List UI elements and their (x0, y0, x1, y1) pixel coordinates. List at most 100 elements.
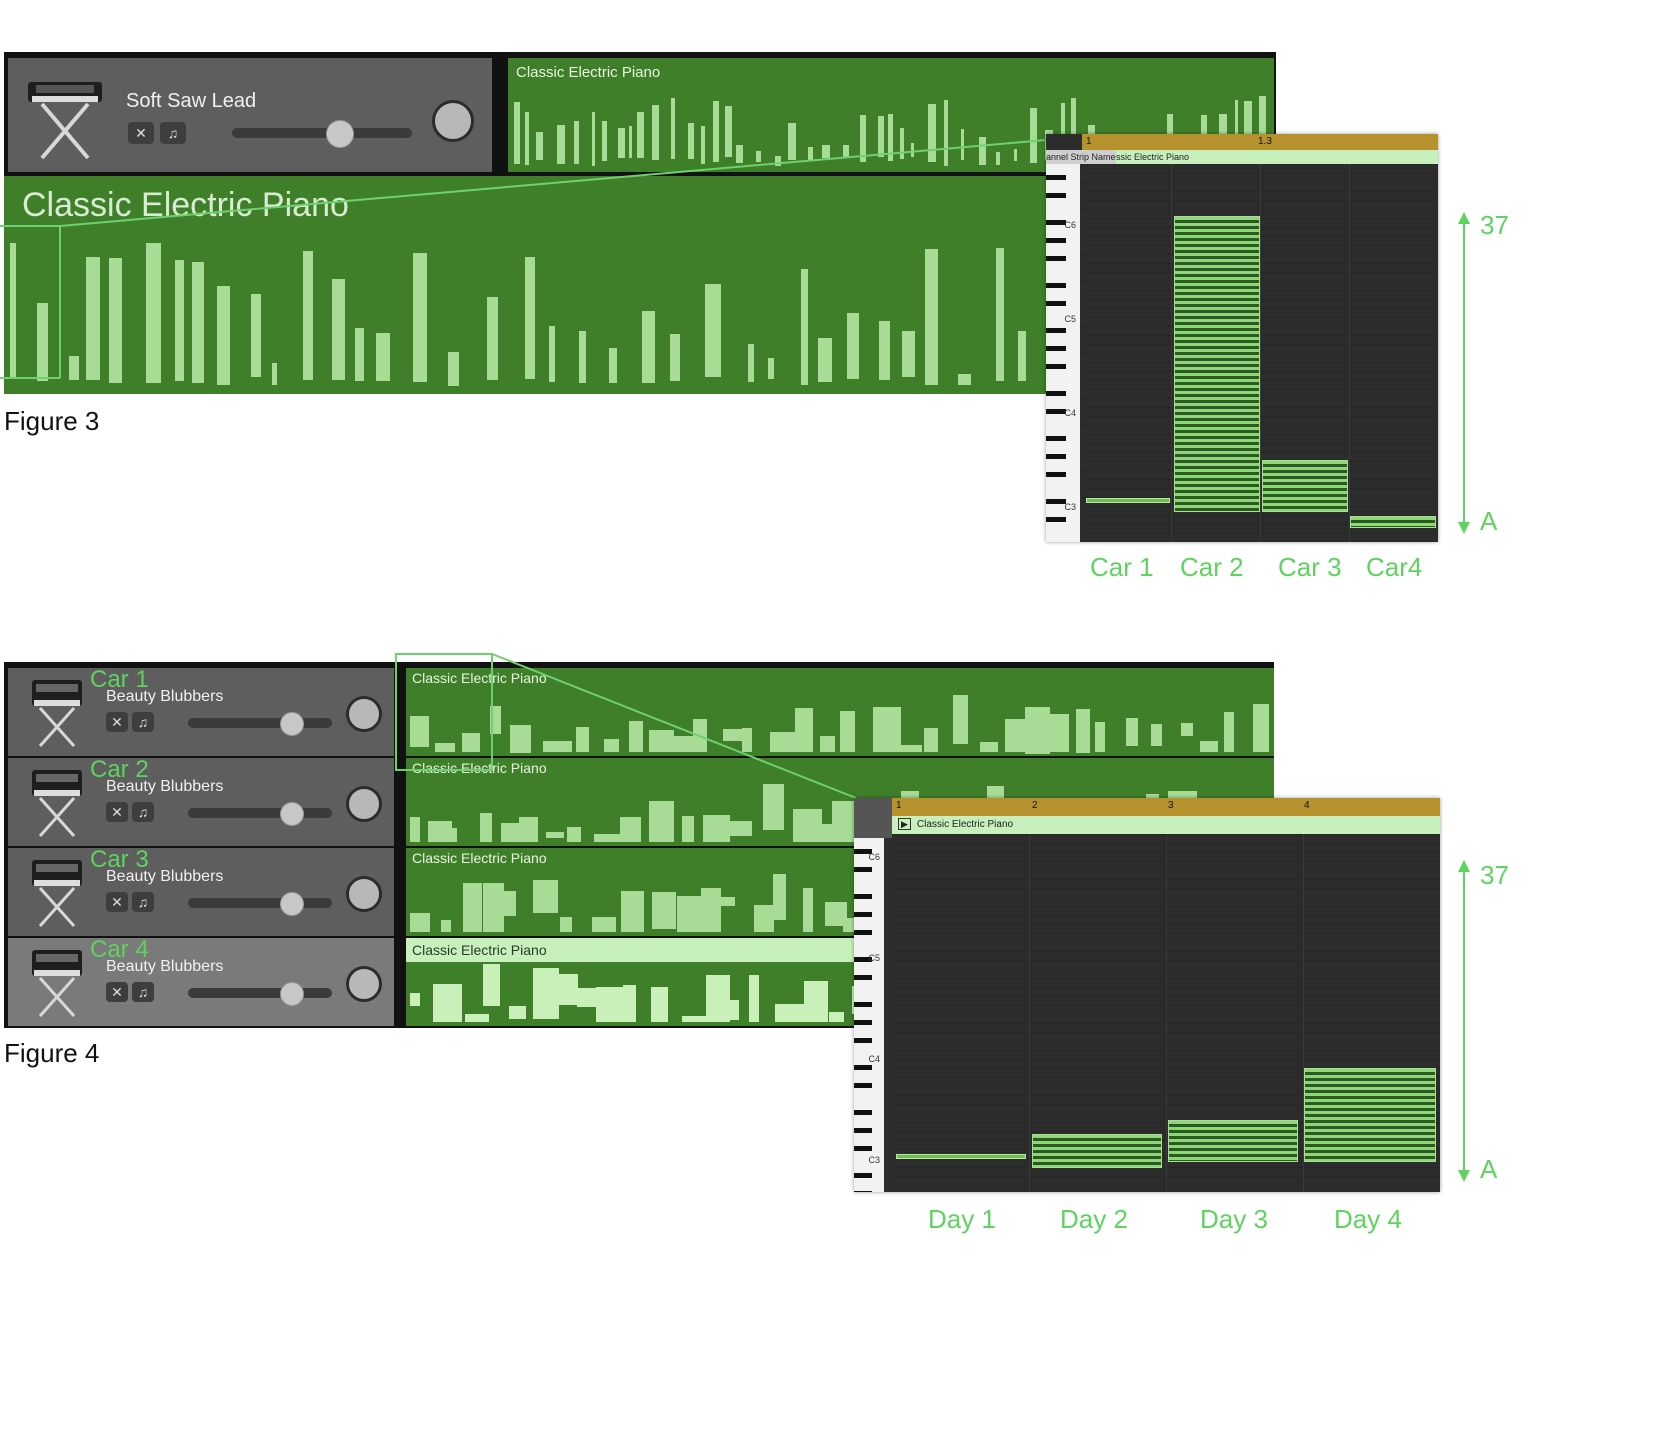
black-key[interactable] (854, 1020, 872, 1025)
black-key[interactable] (1046, 391, 1067, 396)
axis-bottom-label: A (1480, 1154, 1498, 1184)
black-key[interactable] (854, 1038, 872, 1043)
speaker-mute-icon[interactable]: ✕ (106, 982, 128, 1002)
grid-column (1166, 834, 1167, 1192)
midi-note (554, 974, 578, 1005)
black-key[interactable] (854, 930, 872, 935)
region-play-icon: ▶ (898, 818, 911, 830)
group-label: Car4 (1366, 552, 1423, 582)
black-key[interactable] (1046, 175, 1067, 180)
black-key[interactable] (1046, 220, 1067, 225)
figure-caption: Figure 4 (4, 1038, 100, 1068)
track-header[interactable]: Car 4 Beauty Blubbers ✕ ♫ (8, 936, 394, 1026)
note-stack[interactable] (1032, 1134, 1162, 1168)
midi-note (724, 1000, 739, 1020)
group-label: Day 4 (1334, 1204, 1402, 1234)
volume-slider[interactable] (188, 988, 332, 998)
black-key[interactable] (1046, 364, 1067, 369)
track-name: Beauty Blubbers (106, 958, 224, 975)
midi-note (596, 987, 625, 1022)
note-stack[interactable] (1168, 1120, 1298, 1162)
black-key[interactable] (1046, 499, 1067, 504)
black-key[interactable] (1046, 301, 1067, 306)
value-axis-arrow (1458, 212, 1470, 534)
midi-note (804, 981, 828, 1022)
axis-top-label: 37 (1480, 210, 1509, 240)
roll-corner (854, 798, 892, 838)
black-key[interactable] (1046, 454, 1067, 459)
group-label: Car 2 (1180, 552, 1244, 582)
octave-label: C5 (868, 953, 880, 963)
grid-column (1260, 164, 1261, 542)
octave-label: C4 (868, 1054, 880, 1064)
region-bar-label: Classic Electric Piano (916, 819, 1014, 830)
midi-note (677, 896, 702, 932)
piano-roll[interactable]: 1 2 3 4 ▶ Classic Electric Piano C6 C5 C4 C3 (854, 798, 1440, 1192)
midi-note (623, 985, 636, 1022)
region-bar[interactable]: ▶ Classic Electric Piano (892, 816, 1440, 834)
grid-column (1029, 834, 1030, 1192)
black-key[interactable] (854, 1083, 872, 1088)
note-grid[interactable] (892, 834, 1440, 1192)
timeline-ruler[interactable]: 1 2 3 4 (892, 798, 1440, 816)
black-key[interactable] (1046, 517, 1067, 522)
black-key[interactable] (1046, 256, 1067, 261)
black-key[interactable] (1046, 436, 1067, 441)
black-key[interactable] (854, 1146, 872, 1151)
black-key[interactable] (854, 1128, 872, 1133)
black-key[interactable] (854, 867, 872, 872)
note-grid[interactable] (1082, 164, 1438, 542)
piano-roll[interactable]: 1 1.3 annel Strip Name ssic Electric Pia… (1046, 134, 1438, 542)
black-key[interactable] (854, 1065, 872, 1070)
black-key[interactable] (854, 975, 872, 980)
channel-strip-name: annel Strip Name (1046, 150, 1116, 164)
piano-keyboard[interactable]: C6 C5 C4 C3 (854, 838, 884, 1192)
black-key[interactable] (1046, 472, 1067, 477)
axis-bottom-label: A (1480, 506, 1498, 536)
octave-label: C6 (1064, 220, 1076, 230)
midi-note (509, 1006, 526, 1019)
black-key[interactable] (1046, 238, 1067, 243)
black-key[interactable] (1046, 409, 1067, 414)
piano-keyboard[interactable]: C6 C5 C4 C3 (1046, 164, 1080, 542)
black-key[interactable] (1046, 328, 1067, 333)
group-label: Car 3 (1278, 552, 1342, 582)
ruler-mark: 2 (1032, 800, 1038, 811)
ruler-mark: 3 (1168, 800, 1174, 811)
group-label: Day 2 (1060, 1204, 1128, 1234)
ruler-mark: 4 (1304, 800, 1310, 811)
midi-note (749, 975, 759, 1022)
midi-note (560, 917, 572, 932)
timeline-ruler[interactable]: 1 1.3 (1082, 134, 1438, 150)
black-key[interactable] (854, 912, 872, 917)
black-key[interactable] (1046, 193, 1067, 198)
note-stack[interactable] (1350, 516, 1436, 528)
note-stack[interactable] (1086, 498, 1170, 503)
midi-note (483, 964, 500, 1006)
black-key[interactable] (854, 1173, 872, 1178)
black-key[interactable] (1046, 283, 1067, 288)
black-key[interactable] (854, 1110, 872, 1115)
midi-note (754, 905, 774, 932)
black-key[interactable] (854, 1002, 872, 1007)
midi-note (410, 993, 420, 1006)
black-key[interactable] (854, 894, 872, 899)
volume-slider-thumb[interactable] (280, 982, 304, 1006)
black-key[interactable] (1046, 346, 1067, 351)
pan-knob-icon[interactable] (346, 966, 382, 1002)
note-stack[interactable] (896, 1154, 1026, 1159)
black-key[interactable] (854, 1191, 872, 1192)
note-stack[interactable] (1304, 1068, 1436, 1162)
midi-note (775, 1004, 804, 1022)
midi-note (829, 1012, 844, 1022)
headphones-icon[interactable]: ♫ (132, 982, 154, 1002)
octave-label: C6 (868, 852, 880, 862)
note-stack[interactable] (1174, 216, 1260, 512)
note-stack[interactable] (1262, 460, 1348, 512)
midi-note (465, 1014, 489, 1022)
midi-note (651, 987, 668, 1022)
midi-note (433, 984, 462, 1022)
grid-column (1349, 164, 1350, 542)
region-bar[interactable]: ssic Electric Piano (1116, 150, 1438, 164)
value-axis-arrow (1458, 860, 1470, 1182)
